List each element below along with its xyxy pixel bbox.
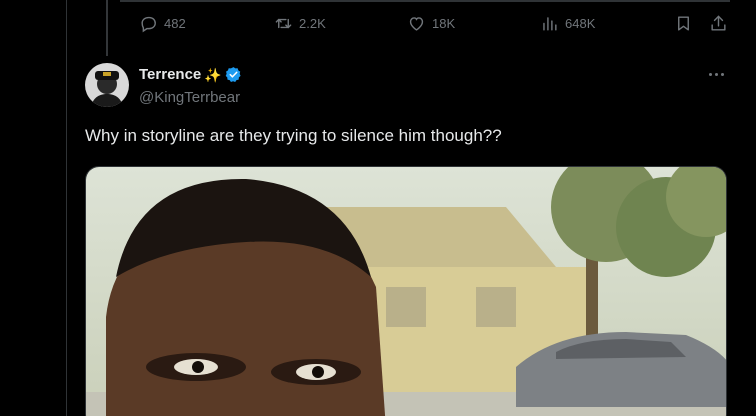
- views-count: 648K: [565, 16, 596, 31]
- share-icon: [709, 14, 728, 33]
- timeline: 482 2.2K 18K 648K Terrence ✨ @KingTerrbe…: [0, 0, 756, 416]
- heart-icon: [407, 14, 426, 33]
- thread-connector-line: [106, 0, 108, 56]
- bookmark-icon: [674, 14, 693, 33]
- column-divider: [66, 0, 67, 416]
- verified-badge-icon[interactable]: [225, 66, 242, 83]
- like-count: 18K: [432, 16, 456, 31]
- repost-button[interactable]: 2.2K: [274, 14, 326, 33]
- tweet-media-photo[interactable]: [85, 166, 727, 416]
- more-icon[interactable]: [706, 64, 728, 84]
- bookmark-button[interactable]: [674, 14, 693, 33]
- previous-media-bottom-edge: [120, 0, 730, 2]
- share-button[interactable]: [709, 14, 728, 33]
- reply-icon: [139, 14, 158, 33]
- avatar[interactable]: [85, 63, 129, 107]
- like-button[interactable]: 18K: [407, 14, 455, 33]
- author-name-row: Terrence ✨: [139, 66, 242, 83]
- previous-tweet-action-bar: 482 2.2K 18K 648K: [139, 14, 736, 38]
- repost-count: 2.2K: [299, 16, 326, 31]
- sparkle-emoji: ✨: [204, 66, 222, 83]
- views-button[interactable]: 648K: [540, 14, 595, 33]
- repost-icon: [274, 14, 293, 33]
- reply-count: 482: [164, 16, 186, 31]
- display-name[interactable]: Terrence: [139, 66, 201, 83]
- user-handle[interactable]: @KingTerrbear: [139, 89, 240, 106]
- reply-button[interactable]: 482: [139, 14, 186, 33]
- views-chart-icon: [540, 14, 559, 33]
- tweet-text: Why in storyline are they trying to sile…: [85, 126, 502, 145]
